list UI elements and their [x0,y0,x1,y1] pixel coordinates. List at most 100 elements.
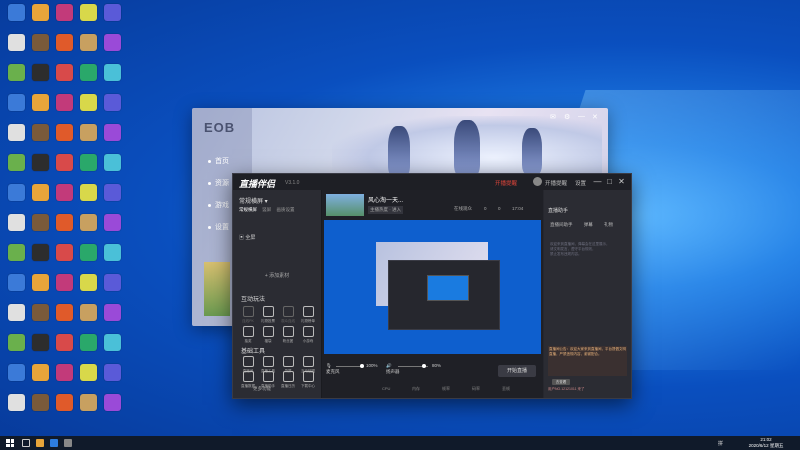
desktop-icon-grid [0,0,150,432]
likes-count: 0 [498,206,501,211]
close-icon[interactable]: ✕ [592,113,598,121]
tab-danmaku[interactable]: 弹幕 [584,222,593,227]
windows-start-icon[interactable] [6,439,14,447]
right-panel: 直播助手 直播间助手 弹幕 礼物 欢迎来到直播间，弹幕会在这里展示， 请文明发言… [544,190,631,398]
app-icon [7,274,25,291]
minimize-icon[interactable]: — [578,113,585,120]
desktop-icon[interactable] [98,124,126,142]
tab-portrait[interactable]: 竖屏 [262,207,271,212]
file-explorer-icon[interactable] [36,439,44,447]
status-dropped: 丢帧 [502,386,510,391]
app-icon [79,394,97,411]
tab-room-assistant[interactable]: 直播间助手 [550,222,573,227]
speaker-slider-knob[interactable] [422,364,426,368]
add-source-button[interactable]: + 添加素材 [245,272,309,279]
app-taskbar-icon[interactable] [64,439,72,447]
stream-title[interactable]: 风心淘一天... [368,195,403,204]
desktop-icon[interactable] [98,34,126,52]
desktop-icon[interactable] [98,214,126,232]
interact-tool-0[interactable]: 连线PK [239,306,257,324]
maximize-button[interactable]: □ [605,177,614,186]
basic-tool-6[interactable]: 直播日历 [279,371,297,389]
interact-tool-2[interactable]: 观众连线 [279,306,297,324]
view-notice-button[interactable]: 去查看 [552,379,570,385]
desktop-icon[interactable] [98,304,126,322]
reminder-link[interactable]: 开播提醒 [545,179,567,187]
ime-indicator[interactable]: 拼 [718,440,723,447]
speaker-percent: 80% [432,363,442,368]
app-icon [103,244,121,261]
settings-link[interactable]: 设置 [575,179,586,187]
launcher-nav-settings[interactable]: 设置 [208,222,229,232]
search-icon[interactable] [22,439,30,447]
app-icon [79,244,97,261]
tool-icon [302,306,314,317]
interact-tool-1[interactable]: 礼物投票 [259,306,277,324]
desktop-icon[interactable] [98,94,126,112]
app-icon [55,274,73,291]
interact-tool-3[interactable]: 礼物榜单 [299,306,317,324]
start-live-button[interactable]: 开始直播 [498,365,536,377]
live-reminder-button[interactable]: 开播提醒 [495,179,517,187]
basic-tools-title: 基础工具 [241,349,266,355]
stream-cover[interactable] [326,194,364,216]
basic-tool-7[interactable]: 下载中心 [299,371,317,389]
tool-icon [302,371,314,382]
tool-icon [242,326,254,337]
live-preview[interactable] [324,220,541,354]
launcher-nav-home[interactable]: 首页 [208,156,229,166]
mic-volume-slider[interactable] [336,366,362,367]
desktop-icon[interactable] [98,394,126,412]
desktop-icon[interactable] [98,64,126,82]
app-icon [55,214,73,231]
tool-icon [282,371,294,382]
interact-tool-7[interactable]: 小游戏 [299,326,317,344]
taskbar: 拼 21:02 2020/6/12 星期五 [0,436,800,450]
tool-label: 粉丝团 [282,339,294,343]
app-icon [7,244,25,261]
avatar[interactable] [533,177,542,186]
desktop-icon[interactable] [98,274,126,292]
tab-quality[interactable]: 画质设置 [277,207,295,212]
mic-slider-knob[interactable] [360,364,364,368]
tool-label: 连线PK [242,319,254,323]
app-icon [79,124,97,141]
source-item-fullscreen[interactable]: ▣ 全屏 [239,234,255,241]
left-panel: 常规横屏 ▾ 常规横屏 竖屏 画质设置 ▣ 全屏 + 添加素材 互动玩法 基础工… [233,190,322,398]
app-icon [31,184,49,201]
clock-date: 2020/6/12 星期五 [748,443,784,448]
desktop-icon[interactable] [98,154,126,172]
desktop-icon[interactable] [98,184,126,202]
desktop-icon[interactable] [98,364,126,382]
app-icon [7,124,25,141]
interact-tool-4[interactable]: 抽奖 [239,326,257,344]
system-clock[interactable]: 21:02 2020/6/12 星期五 [746,437,786,449]
desktop-icon[interactable] [98,4,126,22]
basic-tool-5[interactable]: 直播助手 [259,371,277,389]
close-button[interactable]: ✕ [617,177,626,186]
gear-icon[interactable]: ⚙ [564,113,570,121]
desktop-icon[interactable] [98,334,126,352]
mail-icon[interactable]: ✉ [550,113,556,121]
interact-tool-6[interactable]: 粉丝团 [279,326,297,344]
minimize-button[interactable]: — [593,177,602,186]
app-icon [31,274,49,291]
launcher-game-thumbnail[interactable] [204,262,230,316]
viewer-count-label: 在线观众 [454,206,472,211]
interact-tool-5[interactable]: 福袋 [259,326,277,344]
app-icon [7,304,25,321]
desktop-icon[interactable] [98,244,126,262]
streaming-app-window[interactable]: 直播伴侣 V3.1.0 开播提醒 开播提醒 设置 — □ ✕ 常规横屏 ▾ 常规… [232,173,632,399]
tab-landscape[interactable]: 常规横屏 [239,207,257,212]
scene-selector[interactable]: 常规横屏 ▾ [239,196,268,205]
tool-label: 小游戏 [302,339,314,343]
basic-tool-4[interactable]: 直播数据 [239,371,257,389]
launcher-nav-resources[interactable]: 资源 [208,178,229,188]
tab-gifts[interactable]: 礼物 [604,222,613,227]
app-icon [103,124,121,141]
edge-icon[interactable] [50,439,58,447]
status-cpu: CPU [382,386,391,391]
launcher-nav-games[interactable]: 游戏 [208,200,229,210]
tool-icon [242,306,254,317]
tool-icon [302,326,314,337]
